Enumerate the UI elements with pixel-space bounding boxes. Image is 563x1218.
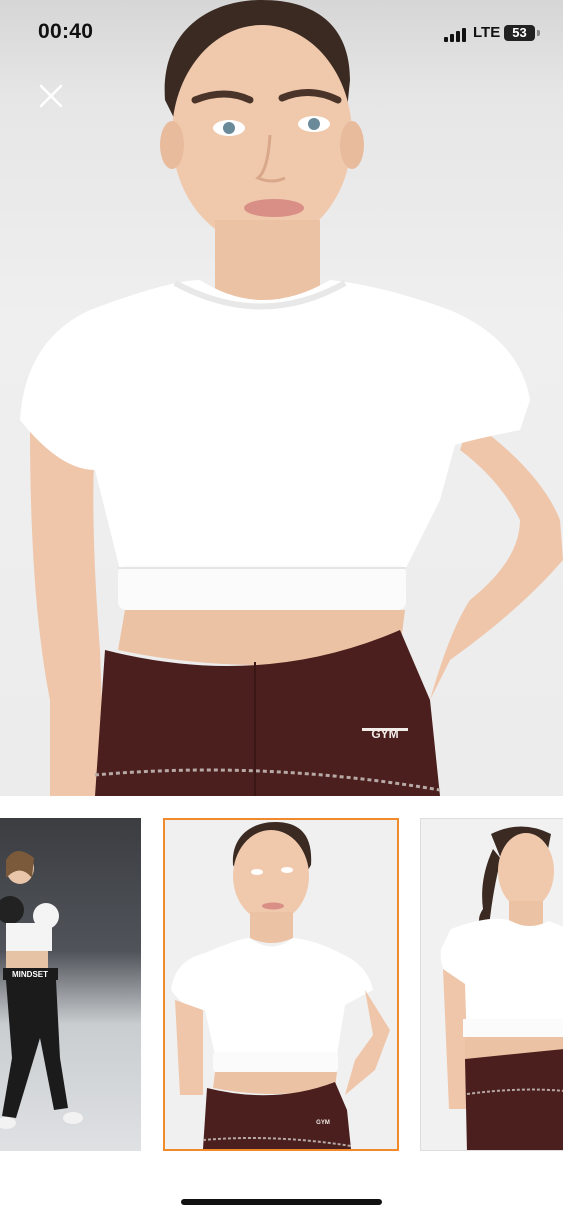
battery-icon: 53: [504, 25, 535, 41]
status-time: 00:40: [38, 20, 94, 43]
battery-nub: [537, 30, 540, 36]
network-label: LTE: [473, 24, 501, 41]
main-product-image[interactable]: GYM: [0, 0, 563, 796]
signal-icon: [444, 27, 468, 42]
thumbnail-2-selected[interactable]: GYM: [163, 818, 399, 1151]
home-indicator[interactable]: [181, 1199, 382, 1205]
main-product-photo: GYM: [20, 0, 563, 796]
svg-text:GYM: GYM: [371, 727, 398, 741]
close-button[interactable]: [36, 81, 66, 111]
close-icon: [39, 84, 63, 108]
thumbnail-strip[interactable]: MINDSET GYM: [0, 818, 563, 1151]
thumbnail-2-photo: GYM: [171, 822, 390, 1149]
thumbnail-3-photo: [440, 826, 563, 1150]
svg-text:MINDSET: MINDSET: [12, 970, 48, 979]
thumbnail-1-photo: MINDSET: [0, 850, 83, 1129]
status-bar: 00:40 LTE 53: [0, 0, 563, 64]
svg-text:GYM: GYM: [316, 1120, 330, 1126]
thumbnail-3[interactable]: [420, 818, 563, 1151]
thumbnail-1[interactable]: MINDSET: [0, 818, 141, 1151]
